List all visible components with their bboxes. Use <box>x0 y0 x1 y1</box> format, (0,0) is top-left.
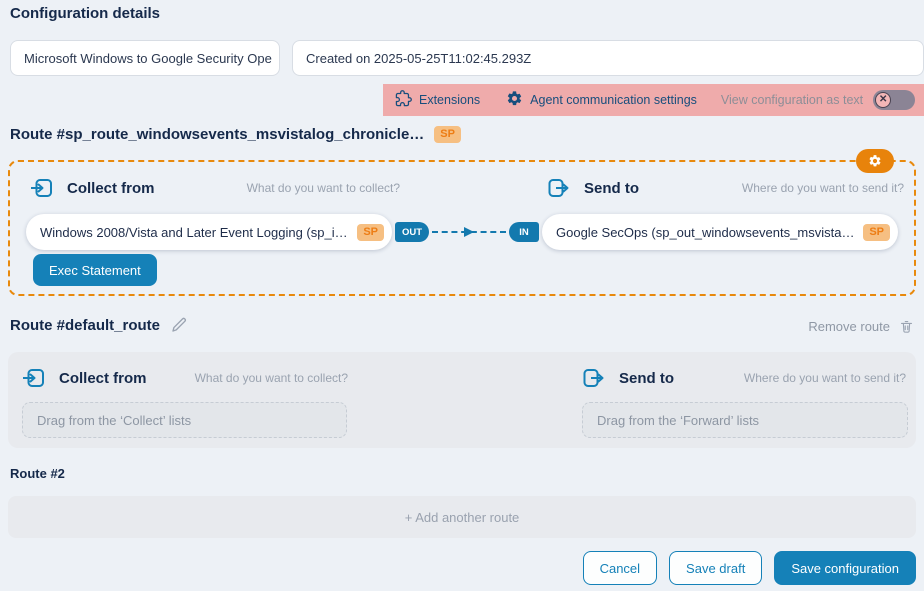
created-date-field[interactable]: Created on 2025-05-25T11:02:45.293Z <box>292 40 924 76</box>
add-another-route-button[interactable]: + Add another route <box>8 496 916 538</box>
agent-communication-settings-label: Agent communication settings <box>530 93 697 107</box>
route-sp-header: Route #sp_route_windowsevents_msvistalog… <box>10 126 461 143</box>
view-as-text-toggle[interactable]: ✕ <box>873 90 915 110</box>
configuration-name-value: Microsoft Windows to Google Security Ope <box>24 51 272 66</box>
sp-badge: SP <box>863 224 890 241</box>
collect-from-header: Collect from What do you want to collect… <box>30 176 400 200</box>
extensions-button[interactable]: Extensions <box>395 90 480 110</box>
route-default-header: Route #default_route <box>10 316 188 334</box>
collect-from-icon <box>22 366 46 390</box>
settings-toolbar: Extensions Agent communication settings … <box>383 84 924 116</box>
send-to-hint: Where do you want to send it? <box>744 371 906 385</box>
collect-from-hint: What do you want to collect? <box>247 181 400 195</box>
destination-pill-label: Google SecOps (sp_out_windowsevents_msvi… <box>556 225 855 240</box>
gear-icon <box>506 90 523 110</box>
extensions-label: Extensions <box>419 93 480 107</box>
collect-from-hint: What do you want to collect? <box>195 371 348 385</box>
page-title: Configuration details <box>10 5 160 22</box>
send-to-icon <box>547 176 571 200</box>
in-port-badge: IN <box>509 222 539 242</box>
collect-from-title: Collect from <box>59 370 147 387</box>
send-to-hint: Where do you want to send it? <box>742 181 904 195</box>
exec-statement-button[interactable]: Exec Statement <box>33 254 157 286</box>
configuration-name-field[interactable]: Microsoft Windows to Google Security Ope <box>10 40 280 76</box>
save-draft-button[interactable]: Save draft <box>669 551 762 585</box>
connection-dashed-line <box>432 231 506 233</box>
collect-from-icon <box>30 176 54 200</box>
send-to-header: Send to Where do you want to send it? <box>547 176 904 200</box>
footer-actions: Cancel Save draft Save configuration <box>583 551 916 585</box>
route-settings-button[interactable] <box>856 149 894 173</box>
route-default-title: Route #default_route <box>10 317 160 334</box>
destination-pill[interactable]: Google SecOps (sp_out_windowsevents_msvi… <box>542 214 898 250</box>
route-2-title: Route #2 <box>10 466 65 481</box>
configuration-page: Configuration details Microsoft Windows … <box>0 0 924 591</box>
source-pill[interactable]: Windows 2008/Vista and Later Event Loggi… <box>26 214 392 250</box>
cancel-button[interactable]: Cancel <box>583 551 657 585</box>
gear-icon <box>868 154 882 168</box>
collect-dropzone[interactable]: Drag from the ‘Collect’ lists <box>22 402 347 438</box>
trash-icon <box>899 318 914 335</box>
view-configuration-as-text-label: View configuration as text <box>721 93 863 107</box>
forward-dropzone[interactable]: Drag from the ‘Forward’ lists <box>582 402 908 438</box>
send-to-title: Send to <box>584 180 639 197</box>
send-to-title: Send to <box>619 370 674 387</box>
agent-communication-settings-button[interactable]: Agent communication settings <box>506 90 697 110</box>
route-sp-card: Collect from What do you want to collect… <box>8 160 916 296</box>
route-default-card: Collect from What do you want to collect… <box>8 352 916 448</box>
send-to-header: Send to Where do you want to send it? <box>582 366 906 390</box>
save-configuration-button[interactable]: Save configuration <box>774 551 916 585</box>
out-port-badge: OUT <box>395 222 429 242</box>
edit-pencil-icon[interactable] <box>170 316 188 334</box>
arrow-right-icon <box>464 227 474 237</box>
puzzle-icon <box>395 90 412 110</box>
source-pill-label: Windows 2008/Vista and Later Event Loggi… <box>40 225 349 240</box>
collect-from-title: Collect from <box>67 180 155 197</box>
route-sp-title: Route #sp_route_windowsevents_msvistalog… <box>10 126 424 143</box>
sp-badge: SP <box>434 126 461 143</box>
collect-from-header: Collect from What do you want to collect… <box>22 366 348 390</box>
created-date-value: Created on 2025-05-25T11:02:45.293Z <box>306 51 531 66</box>
remove-route-button[interactable]: Remove route <box>808 318 914 335</box>
sp-badge: SP <box>357 224 384 241</box>
route-sp-pipeline: Windows 2008/Vista and Later Event Loggi… <box>26 214 898 250</box>
remove-route-label: Remove route <box>808 319 890 334</box>
toggle-off-icon: ✕ <box>875 92 891 108</box>
send-to-icon <box>582 366 606 390</box>
